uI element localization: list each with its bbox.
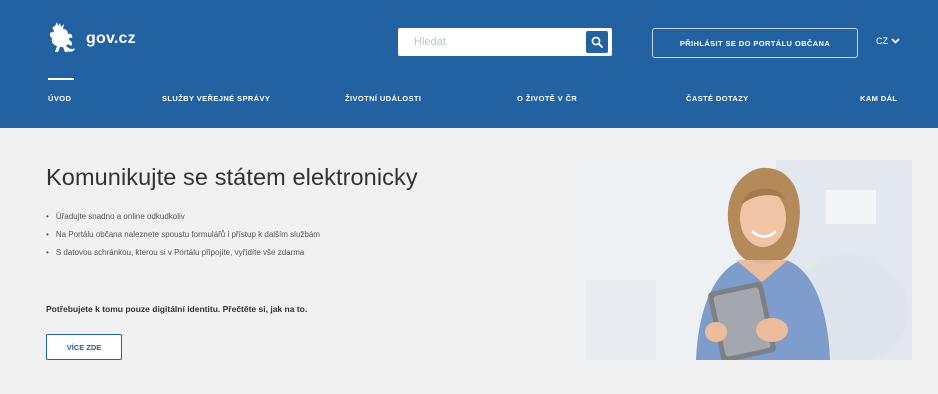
more-info-button[interactable]: VÍCE ZDE [46,334,122,360]
search-input[interactable] [398,28,584,56]
benefits-list: Úřadujte snadno a online odkudkoliv Na P… [46,208,566,262]
nav-item-kam-dal[interactable]: KAM DÁL [860,94,897,103]
search-box [398,28,612,56]
language-selector[interactable]: CZ [876,36,900,46]
nav-item-caste-dotazy[interactable]: ČASTÉ DOTAZY [686,94,749,103]
logo-text: gov.cz [86,30,136,47]
nav-item-zivotni-udalosti[interactable]: ŽIVOTNÍ UDÁLOSTI [345,94,421,103]
language-label: CZ [876,36,888,46]
nav-item-o-zivote[interactable]: O ŽIVOTĚ V ČR [517,94,577,103]
chevron-down-icon [891,38,900,44]
login-portal-button[interactable]: PŘIHLÁSIT SE DO PORTÁLU OBČANA [652,28,858,58]
czech-lion-icon [49,22,75,52]
search-icon [591,36,603,48]
nav-item-uvod[interactable]: ÚVOD [48,94,71,103]
nav-item-sluzby[interactable]: SLUŽBY VEŘEJNÉ SPRÁVY [162,94,270,103]
site-header: gov.cz PŘIHLÁSIT SE DO PORTÁLU OBČANA CZ… [0,0,938,128]
search-button[interactable] [586,31,608,53]
site-logo[interactable]: gov.cz [46,22,136,56]
page-title: Komunikujte se státem elektronicky [46,164,418,190]
nav-active-indicator [48,78,74,80]
hero-photo [576,160,912,360]
list-item: S datovou schránkou, kterou si v Portálu… [46,244,566,262]
list-item: Na Portálu občana naleznete spoustu form… [46,226,566,244]
list-item: Úřadujte snadno a online odkudkoliv [46,208,566,226]
digital-identity-text[interactable]: Potřebujete k tomu pouze digitální ident… [46,304,307,314]
